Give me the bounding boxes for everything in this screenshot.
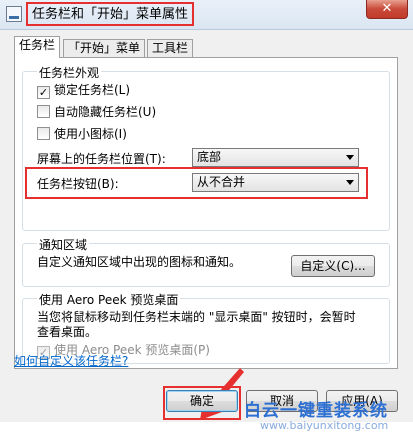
autohide-checkbox[interactable] — [37, 105, 50, 118]
tab-taskbar[interactable]: 任务栏 — [14, 36, 61, 58]
autohide-label: 自动隐藏任务栏(U) — [54, 105, 157, 119]
notify-description: 自定义通知区域中出现的图标和通知。 — [37, 255, 242, 269]
appearance-group-title: 任务栏外观 — [37, 64, 102, 81]
tab-start-menu[interactable]: 「开始」菜单 — [63, 39, 146, 57]
lock-taskbar-checkbox[interactable]: ✓ — [37, 86, 50, 99]
taskbar-buttons-dropdown[interactable]: 从不合并 — [192, 173, 359, 192]
autohide-row[interactable]: 自动隐藏任务栏(U) — [37, 104, 156, 120]
small-icons-row[interactable]: 使用小图标(I) — [37, 126, 127, 142]
lock-taskbar-row[interactable]: ✓ 锁定任务栏(L) — [37, 82, 131, 99]
chevron-down-icon — [346, 155, 354, 160]
position-dropdown[interactable]: 底部 — [192, 148, 359, 167]
watermark-url: www.baiyunxitong.com — [260, 419, 389, 432]
dialog-body: 任务栏 「开始」菜单 工具栏 任务栏外观 ✓ 锁定任务栏(L) 自动隐藏任务栏(U… — [0, 30, 413, 432]
notify-group-title: 通知区域 — [37, 236, 90, 253]
position-label: 屏幕上的任务栏位置(T): — [37, 152, 166, 166]
taskbar-panel: 任务栏外观 ✓ 锁定任务栏(L) 自动隐藏任务栏(U) 使用小图标(I) 屏幕上的… — [14, 57, 398, 369]
position-value: 底部 — [197, 150, 222, 164]
window-title: 任务栏和「开始」菜单属性 — [26, 2, 195, 26]
taskbar-buttons-label: 任务栏按钮(B): — [37, 177, 119, 191]
help-link[interactable]: 如何自定义该任务栏? — [14, 352, 128, 369]
lock-taskbar-label: 锁定任务栏(L) — [54, 83, 131, 97]
aero-peek-desc-line2: 查看桌面。 — [37, 325, 98, 339]
ok-button[interactable]: 确定 — [166, 390, 238, 412]
chevron-down-icon — [346, 180, 354, 185]
small-icons-label: 使用小图标(I) — [54, 127, 127, 141]
small-icons-checkbox[interactable] — [37, 127, 50, 140]
taskbar-buttons-value: 从不合并 — [197, 175, 246, 189]
window-icon — [6, 6, 22, 22]
customize-button[interactable]: 自定义(C)... — [291, 255, 375, 277]
title-bar: 任务栏和「开始」菜单属性 ✕ — [0, 0, 413, 30]
aero-peek-group-title: 使用 Aero Peek 预览桌面 — [37, 291, 181, 308]
close-button[interactable]: ✕ — [366, 0, 408, 19]
tab-toolbars[interactable]: 工具栏 — [147, 39, 194, 57]
watermark-text: 白云一键重装系统 — [244, 401, 388, 421]
